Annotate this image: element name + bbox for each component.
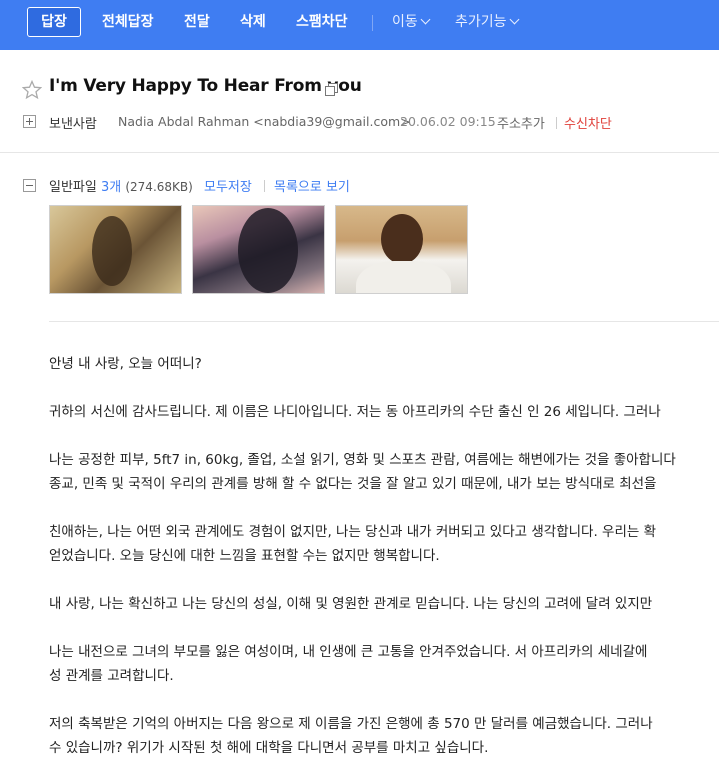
thumbnail-figure [381,214,423,264]
move-menu-label: 이동 [392,14,418,30]
attachments-label: 일반파일 [49,180,97,195]
body-paragraph: 귀하의 서신에 감사드립니다. 제 이름은 나디아입니다. 저는 동 아프리카의… [49,400,719,424]
attachment-thumbnail[interactable] [335,205,468,294]
copy-icon[interactable] [325,83,338,96]
body-line: 안녕 내 사랑, 오늘 어떠니? [49,356,202,372]
reply-button[interactable]: 답장 [27,7,81,37]
mail-date: 20.06.02 09:15 [400,114,496,129]
move-menu-button[interactable]: 이동 [392,8,431,36]
body-line: 성 관계를 고려합니다. [49,668,174,684]
body-line: 친애하는, 나는 어떤 외국 관계에도 경험이 없지만, 나는 당신과 내가 커… [49,524,657,540]
toolbar-divider [372,15,373,31]
body-line: 내 사랑, 나는 확신하고 나는 당신의 성실, 이해 및 영원한 관계로 믿습… [49,596,653,612]
body-line: 얻었습니다. 오늘 당신에 대한 느낌을 표현할 수는 없지만 행복합니다. [49,548,440,564]
attachment-thumbnail[interactable] [49,205,182,294]
divider [264,180,265,192]
attachments-count[interactable]: 3개 [101,180,121,195]
block-sender-link[interactable]: 수신차단 [564,113,612,132]
body-paragraph: 안녕 내 사랑, 오늘 어떠니? [49,352,719,376]
attachment-thumbnail[interactable] [192,205,325,294]
thumbnail-figure [92,216,132,286]
body-line: 나는 내전으로 그녀의 부모를 잃은 여성이며, 내 인생에 큰 고통을 안겨주… [49,644,648,660]
reply-all-button[interactable]: 전체답장 [102,8,154,36]
block-spam-button[interactable]: 스팸차단 [296,8,348,36]
more-features-button[interactable]: 추가기능 [455,8,519,36]
mail-subject: I'm Very Happy To Hear From you [49,76,362,96]
save-all-link[interactable]: 모두저장 [204,176,252,195]
sender-address[interactable]: Nadia Abdal Rahman <nabdia39@gmail.com> [118,114,411,129]
body-line: 나는 공정한 피부, 5ft7 in, 60kg, 졸업, 소설 읽기, 영화 … [49,452,676,468]
attachments-size: (274.68KB) [125,180,193,194]
more-features-label: 추가기능 [455,14,507,30]
sender-label: 보낸사람 [49,117,97,132]
body-line: 귀하의 서신에 감사드립니다. 제 이름은 나디아입니다. 저는 동 아프리카의… [49,404,661,420]
delete-button[interactable]: 삭제 [240,8,266,36]
divider [556,117,557,129]
forward-button[interactable]: 전달 [184,8,210,36]
attachments-header: 일반파일 3개 (274.68KB) [49,176,193,195]
mail-body: 안녕 내 사랑, 오늘 어떠니? 귀하의 서신에 감사드립니다. 제 이름은 나디… [49,352,719,784]
body-paragraph: 저의 축복받은 기억의 아버지는 다음 왕으로 제 이름을 가진 은행에 총 5… [49,712,719,760]
expand-sender-icon[interactable] [23,115,36,128]
body-paragraph: 친애하는, 나는 어떤 외국 관계에도 경험이 없지만, 나는 당신과 내가 커… [49,520,719,568]
header-divider [0,152,719,153]
star-icon[interactable] [22,80,42,100]
chevron-down-icon [420,14,431,25]
body-line: 수 있습니까? 위기가 시작된 첫 해에 대학을 다니면서 공부를 마치고 싶습… [49,740,489,756]
body-paragraph: 나는 내전으로 그녀의 부모를 잃은 여성이며, 내 인생에 큰 고통을 안겨주… [49,640,719,688]
body-line: 저의 축복받은 기억의 아버지는 다음 왕으로 제 이름을 가진 은행에 총 5… [49,716,653,732]
view-list-link[interactable]: 목록으로 보기 [274,176,350,195]
mail-toolbar: 답장 전체답장 전달 삭제 스팸차단 이동 추가기능 [0,0,719,50]
thumbnail-figure [238,208,298,293]
chevron-down-icon [509,14,519,25]
body-paragraph: 나는 공정한 피부, 5ft7 in, 60kg, 졸업, 소설 읽기, 영화 … [49,448,719,496]
add-address-link[interactable]: 주소추가 [497,113,545,132]
body-line: 종교, 민족 및 국적이 우리의 관계를 방해 할 수 없다는 것을 잘 알고 … [49,476,657,492]
collapse-attachments-icon[interactable] [23,179,36,192]
thumbnail-figure [356,261,451,293]
body-paragraph: 내 사랑, 나는 확신하고 나는 당신의 성실, 이해 및 영원한 관계로 믿습… [49,592,719,616]
content-divider [49,321,719,322]
